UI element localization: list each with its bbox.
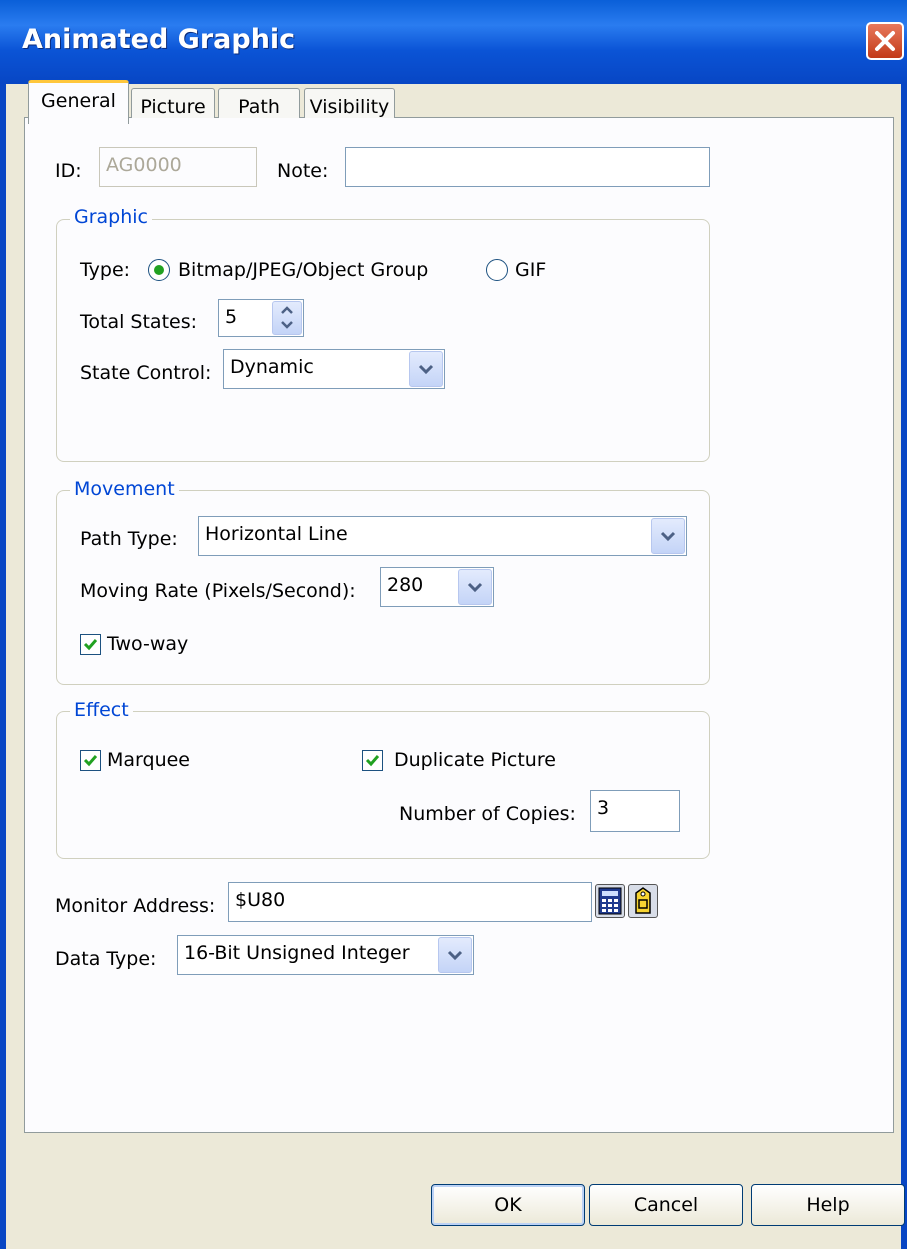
effect-group [56,711,710,859]
help-button[interactable]: Help [751,1184,905,1226]
id-label: ID: [55,160,82,182]
type-gif-label[interactable]: GIF [515,259,546,281]
tab-picture-label: Picture [140,96,206,118]
data-type-value: 16-Bit Unsigned Integer [184,942,410,964]
marquee-checkbox[interactable] [80,750,101,771]
total-states-spin[interactable] [272,301,302,335]
two-way-checkbox[interactable] [80,634,101,655]
path-type-dropdown-button[interactable] [651,518,685,554]
cancel-button[interactable]: Cancel [589,1184,743,1226]
state-control-label: State Control: [80,362,212,384]
chevron-down-icon [418,364,434,375]
data-type-label: Data Type: [55,948,157,970]
type-gif-radio[interactable] [486,259,508,281]
data-type-dropdown-button[interactable] [438,937,472,973]
graphic-group [56,219,710,462]
total-states-label: Total States: [80,311,198,333]
close-icon [875,31,895,51]
checkmark-icon [365,755,380,767]
moving-rate-dropdown-button[interactable] [458,569,492,605]
path-type-value: Horizontal Line [205,523,348,545]
note-label: Note: [277,160,329,182]
state-control-dropdown-button[interactable] [409,351,443,387]
number-of-copies-label: Number of Copies: [399,803,576,825]
type-label: Type: [80,259,131,281]
chevron-down-icon [447,950,463,961]
spin-down-icon[interactable] [273,318,301,334]
state-control-value: Dynamic [230,356,314,378]
movement-legend: Movement [70,478,179,500]
tab-path-label: Path [238,96,280,118]
path-type-label: Path Type: [80,528,178,550]
type-bitmap-radio[interactable] [148,259,170,281]
tab-visibility[interactable]: Visibility [304,88,395,118]
number-of-copies-field[interactable]: 3 [590,790,680,832]
moving-rate-value: 280 [387,574,424,596]
window-border-left [0,84,6,1249]
calculator-button[interactable] [595,884,625,918]
note-field[interactable] [345,147,710,187]
marquee-label[interactable]: Marquee [107,749,190,771]
two-way-label[interactable]: Two-way [107,633,188,655]
chevron-down-icon [467,582,483,593]
calculator-icon [598,887,622,915]
total-states-value: 5 [225,306,238,328]
data-type-select[interactable]: 16-Bit Unsigned Integer [177,935,474,975]
tag-button[interactable] [628,884,658,918]
graphic-legend: Graphic [70,206,153,228]
tab-visibility-label: Visibility [309,96,390,118]
duplicate-picture-label[interactable]: Duplicate Picture [394,749,556,771]
duplicate-picture-checkbox[interactable] [362,750,383,771]
checkmark-icon [83,755,98,767]
monitor-address-field[interactable]: $U80 [228,882,592,922]
tab-general[interactable]: General [28,80,129,124]
window-title: Animated Graphic [22,24,296,55]
window-border-right [901,84,907,1249]
chevron-down-icon [660,531,676,542]
close-button[interactable] [866,22,904,60]
tab-path[interactable]: Path [218,88,300,118]
effect-legend: Effect [70,699,133,721]
monitor-address-label: Monitor Address: [55,895,216,917]
tab-picture[interactable]: Picture [131,88,215,118]
id-field: AG0000 [99,147,257,187]
tab-general-label: General [41,90,116,112]
tag-icon [635,887,651,914]
checkmark-icon [83,639,98,651]
path-type-select[interactable]: Horizontal Line [198,516,687,556]
type-bitmap-label[interactable]: Bitmap/JPEG/Object Group [178,259,428,281]
moving-rate-label: Moving Rate (Pixels/Second): [80,580,356,602]
ok-button[interactable]: OK [431,1184,585,1226]
spin-up-icon[interactable] [273,302,301,318]
